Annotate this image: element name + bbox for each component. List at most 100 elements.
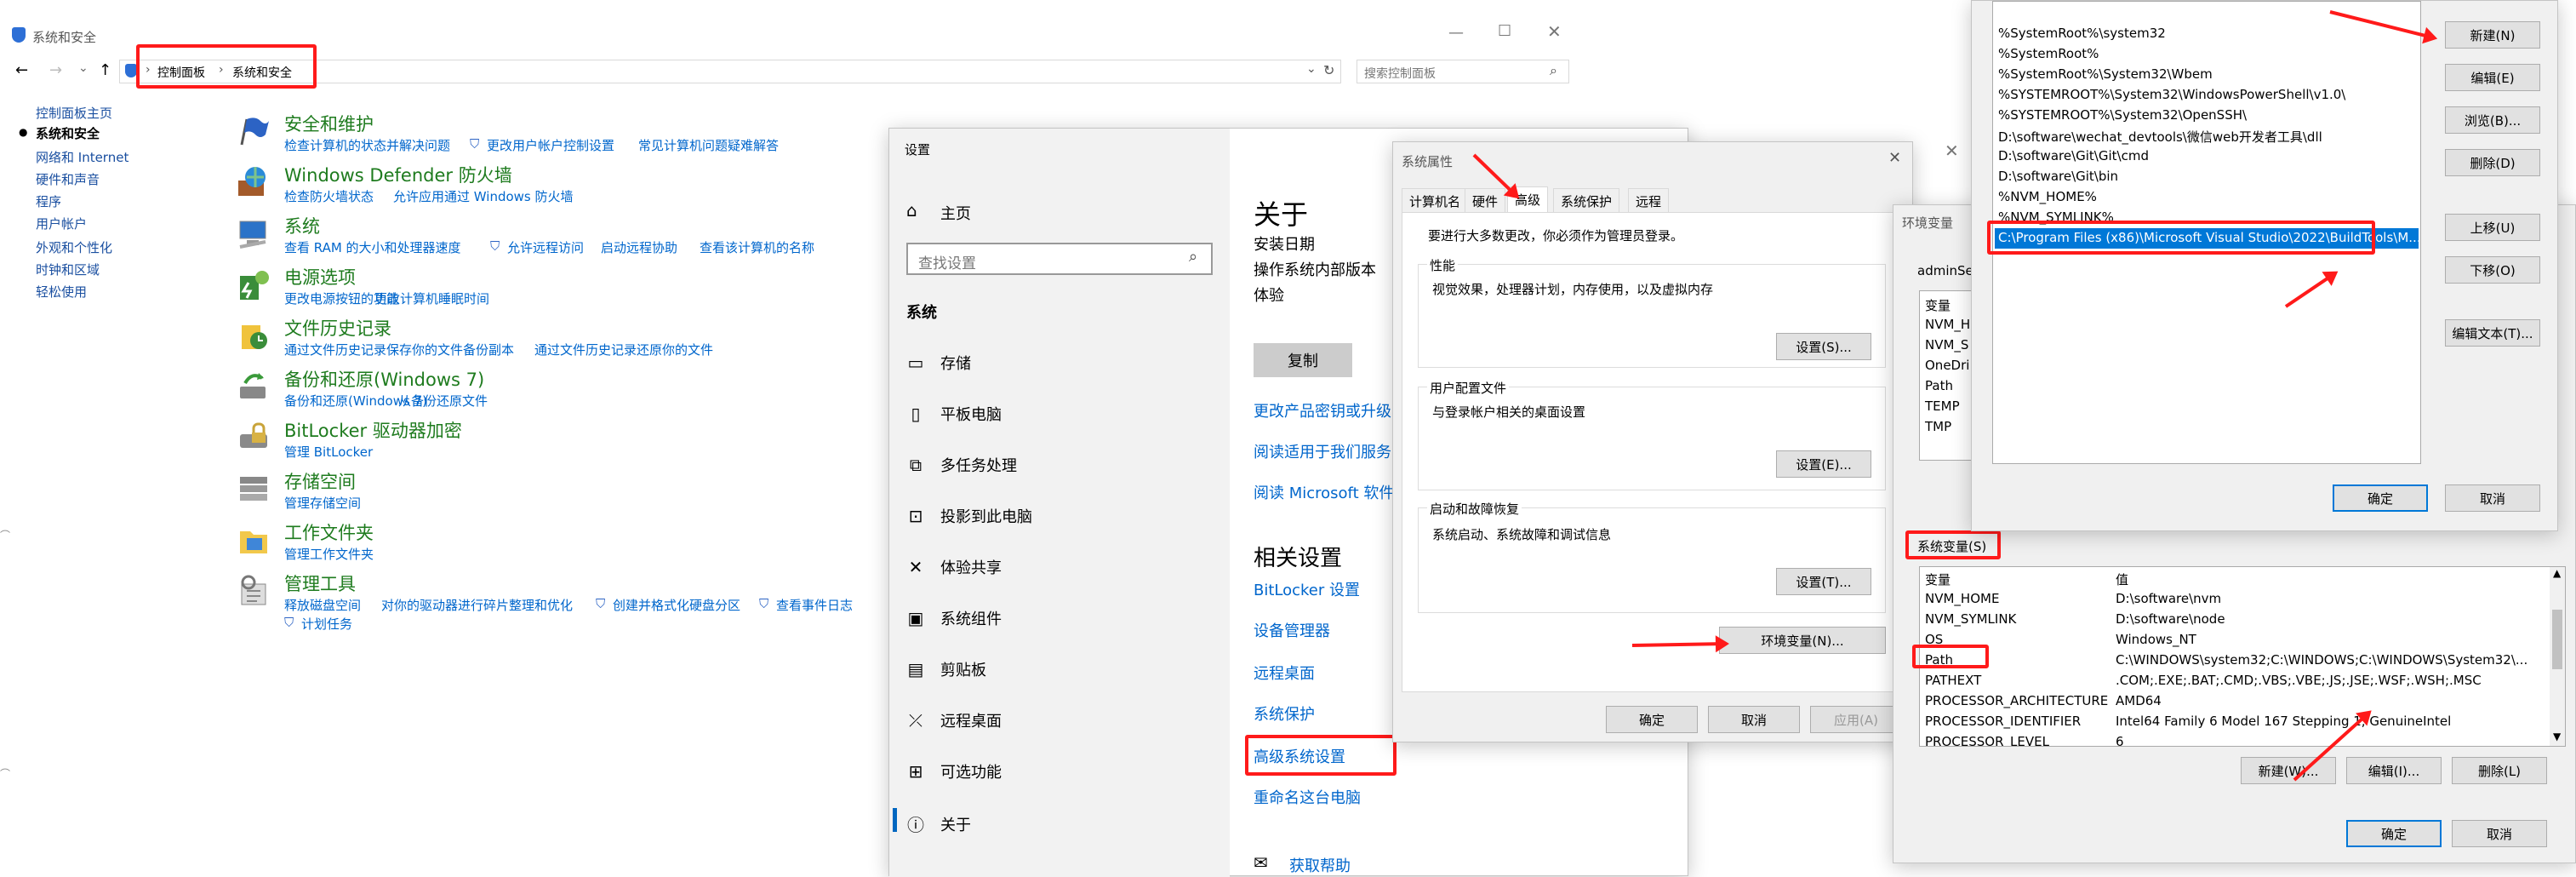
settings-nav-tablet[interactable]: ▯ 平板电脑: [906, 403, 1002, 425]
col-value[interactable]: 值: [2116, 570, 2128, 588]
user-var-row[interactable]: OneDri: [1925, 358, 1969, 373]
path-delete-button[interactable]: 删除(D): [2445, 149, 2540, 176]
refresh-icon[interactable]: ↻: [1323, 62, 1334, 78]
get-help-link[interactable]: 获取帮助: [1289, 854, 1351, 876]
related-rename-pc[interactable]: 重命名这台电脑: [1254, 786, 1361, 808]
license-terms-link[interactable]: 阅读 Microsoft 软件许: [1254, 481, 1409, 503]
section-link[interactable]: 通过文件历史记录保存你的文件备份副本: [284, 341, 514, 358]
section-title[interactable]: Windows Defender 防火墙: [284, 162, 512, 187]
settings-nav-remote[interactable]: ⤫ 远程桌面: [906, 709, 1002, 731]
table-row[interactable]: NVM_HOME D:\software\nvm: [1920, 589, 2565, 610]
tab-remote[interactable]: 远程: [1628, 188, 1670, 212]
table-row[interactable]: Path C:\WINDOWS\system32;C:\WINDOWS;C:\WI…: [1920, 651, 2565, 671]
section-link[interactable]: 对你的驱动器进行碎片整理和优化: [381, 596, 573, 614]
cp-nav-item-ease-of-access[interactable]: 轻松使用: [36, 283, 87, 301]
section-link[interactable]: 更改计算机睡眠时间: [374, 289, 489, 307]
settings-search-input[interactable]: 查找设置: [918, 251, 976, 272]
related-device-manager[interactable]: 设备管理器: [1254, 619, 1330, 641]
section-link[interactable]: 启动远程协助: [601, 238, 677, 256]
path-edit-text-button[interactable]: 编辑文本(T)...: [2445, 319, 2540, 347]
section-link[interactable]: 查看 RAM 的大小和处理器速度: [284, 238, 461, 256]
system-vars-edit-button[interactable]: 编辑(I)...: [2346, 757, 2442, 784]
section-link[interactable]: 管理 BitLocker: [284, 443, 373, 461]
system-vars-table[interactable]: 变量 值 NVM_HOME D:\software\nvm NVM_SYMLINK…: [1919, 566, 2566, 747]
section-title[interactable]: 管理工具: [284, 570, 356, 596]
maximize-icon[interactable]: ☐: [1498, 22, 1511, 40]
path-new-button[interactable]: 新建(N): [2445, 21, 2540, 49]
path-cancel-button[interactable]: 取消: [2445, 484, 2540, 512]
path-move-up-button[interactable]: 上移(U): [2445, 214, 2540, 241]
table-row[interactable]: NVM_SYMLINK D:\software\node: [1920, 610, 2565, 630]
cp-nav-item-network[interactable]: 网络和 Internet: [36, 148, 129, 166]
cp-nav-item-programs[interactable]: 程序: [36, 192, 61, 210]
tab-system-protection[interactable]: 系统保护: [1553, 188, 1620, 212]
section-title[interactable]: 工作文件夹: [284, 519, 374, 545]
section-title[interactable]: 电源选项: [284, 264, 356, 289]
section-link[interactable]: 计划任务: [301, 615, 352, 633]
section-title[interactable]: 存储空间: [284, 468, 356, 494]
settings-nav-about[interactable]: ⓘ 关于: [906, 811, 971, 836]
sysprops-cancel-button[interactable]: 取消: [1708, 706, 1800, 733]
search-icon[interactable]: ⌕: [1189, 248, 1197, 266]
system-vars-new-button[interactable]: 新建(W)...: [2241, 757, 2336, 784]
minimize-icon[interactable]: —: [1448, 24, 1464, 42]
performance-settings-button[interactable]: 设置(S)...: [1776, 333, 1871, 360]
path-entry[interactable]: %SYSTEMROOT%\System32\OpenSSH\: [1998, 107, 2247, 123]
settings-nav-project[interactable]: ⊡ 投影到此电脑: [906, 505, 1032, 527]
section-link[interactable]: 管理工作文件夹: [284, 545, 374, 563]
system-vars-delete-button[interactable]: 删除(L): [2452, 757, 2547, 784]
user-var-row[interactable]: NVM_H: [1925, 317, 1970, 332]
path-entry[interactable]: %SystemRoot%: [1998, 46, 2099, 61]
related-bitlocker[interactable]: BitLocker 设置: [1254, 578, 1360, 600]
user-var-row[interactable]: NVM_S: [1925, 337, 1968, 353]
tab-computer-name[interactable]: 计算机名: [1402, 188, 1469, 212]
table-row[interactable]: PROCESSOR_LEVEL 6: [1920, 732, 2565, 746]
sysprops-ok-button[interactable]: 确定: [1606, 706, 1698, 733]
cp-nav-item-system-security[interactable]: 系统和安全: [36, 124, 100, 142]
section-link[interactable]: 查看事件日志: [776, 596, 853, 614]
section-title[interactable]: 备份和还原(Windows 7): [284, 366, 484, 392]
path-entry[interactable]: %SYSTEMROOT%\System32\WindowsPowerShell\…: [1998, 87, 2345, 102]
up-icon[interactable]: ↑: [99, 61, 111, 79]
copy-button[interactable]: 复制: [1254, 343, 1352, 377]
section-link[interactable]: 释放磁盘空间: [284, 596, 361, 614]
section-link[interactable]: 通过文件历史记录还原你的文件: [534, 341, 713, 358]
path-entry[interactable]: %SystemRoot%\system32: [1998, 26, 2166, 41]
section-link[interactable]: 检查计算机的状态并解决问题: [284, 136, 450, 154]
user-vars-col-header[interactable]: 变量: [1925, 296, 1951, 314]
path-ok-button[interactable]: 确定: [2333, 484, 2428, 512]
section-title[interactable]: 安全和维护: [284, 111, 374, 136]
cp-nav-item-user-accounts[interactable]: 用户帐户: [36, 215, 87, 232]
cp-nav-item-appearance[interactable]: 外观和个性化: [36, 238, 112, 256]
section-link[interactable]: 检查防火墙状态: [284, 187, 374, 205]
user-var-row[interactable]: TEMP: [1925, 398, 1960, 414]
settings-nav-components[interactable]: ▣ 系统组件: [906, 607, 1002, 629]
close-icon[interactable]: ✕: [1547, 21, 1562, 42]
close-icon[interactable]: ✕: [1888, 149, 1901, 167]
forward-icon[interactable]: →: [49, 61, 62, 79]
environment-variables-button[interactable]: 环境变量(N)...: [1719, 627, 1886, 654]
cp-nav-item-home[interactable]: 控制面板主页: [36, 104, 112, 122]
col-variable[interactable]: 变量: [1925, 570, 1951, 588]
section-title[interactable]: 系统: [284, 213, 320, 238]
user-var-row[interactable]: Path: [1925, 378, 1953, 393]
section-title[interactable]: BitLocker 驱动器加密: [284, 417, 462, 443]
system-vars-header[interactable]: 变量 值: [1920, 569, 2565, 589]
scroll-thumb[interactable]: [2552, 610, 2562, 669]
section-link[interactable]: 管理存储空间: [284, 494, 361, 512]
path-browse-button[interactable]: 浏览(B)...: [2445, 106, 2540, 134]
path-entry[interactable]: D:\software\wechat_devtools\微信web开发者工具\d…: [1998, 128, 2322, 146]
cp-nav-item-clock-region[interactable]: 时钟和区域: [36, 261, 100, 278]
table-row[interactable]: PROCESSOR_ARCHITECTURE AMD64: [1920, 691, 2565, 712]
close-icon[interactable]: ✕: [1945, 140, 1959, 161]
table-row[interactable]: PROCESSOR_IDENTIFIER Intel64 Family 6 Mod…: [1920, 712, 2565, 732]
sysprops-apply-button[interactable]: 应用(A): [1810, 706, 1902, 733]
scroll-up-icon[interactable]: ▲: [2553, 567, 2561, 579]
search-icon[interactable]: ⌕: [1550, 62, 1557, 79]
address-dropdown-icon[interactable]: ⌄: [1306, 62, 1317, 76]
scroll-down-icon[interactable]: ▼: [2553, 731, 2561, 742]
section-link[interactable]: 查看该计算机的名称: [700, 238, 814, 256]
scrollbar[interactable]: ▲ ▼: [2550, 567, 2565, 746]
cp-search-input[interactable]: 搜索控制面板: [1364, 65, 1436, 82]
profile-settings-button[interactable]: 设置(E)...: [1776, 450, 1871, 478]
